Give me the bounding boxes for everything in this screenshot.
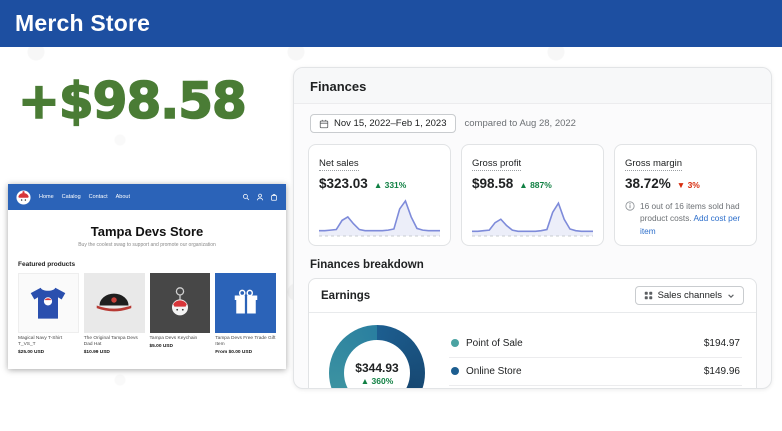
metric-delta: ▲ 331%	[374, 180, 407, 190]
metric-label: Gross margin	[625, 158, 682, 171]
info-icon	[625, 201, 635, 211]
store-nav-home[interactable]: Home	[39, 194, 54, 200]
metric-delta: ▲ 887%	[519, 180, 552, 190]
store-logo-icon[interactable]	[16, 190, 31, 205]
product-card-tshirt[interactable]: Magical Navy T-Shirt T_VS_T $25.00 USD	[18, 273, 79, 355]
product-title: Tampa Devs Keychain	[150, 336, 211, 342]
product-title: Magical Navy T-Shirt T_VS_T	[18, 336, 79, 348]
finances-panel: Finances Nov 15, 2022–Feb 1, 2023 compar…	[293, 67, 772, 389]
store-title: Tampa Devs Store	[8, 224, 286, 239]
channels-grid-icon	[644, 291, 653, 300]
legend-dot	[451, 339, 459, 347]
account-icon[interactable]	[256, 193, 264, 201]
earnings-total: $344.93	[355, 361, 398, 375]
store-nav-catalog[interactable]: Catalog	[62, 194, 81, 200]
legend-label: Online Store	[466, 366, 522, 377]
legend-row-online-store: Online Store $149.96	[449, 358, 742, 386]
metric-card-net-sales: Net sales $323.03 ▲ 331%	[308, 144, 451, 246]
product-price: $10.99 USD	[84, 350, 145, 355]
product-costs-note: 16 out of 16 items sold had product cost…	[625, 200, 746, 237]
store-header: Home Catalog Contact About	[8, 184, 286, 210]
product-card-keychain[interactable]: Tampa Devs Keychain $5.00 USD	[150, 273, 211, 355]
app-banner: Merch Store	[0, 0, 782, 47]
legend-row-point-of-sale: Point of Sale $194.97	[449, 330, 742, 358]
legend-dot	[451, 367, 459, 375]
product-card-hat[interactable]: The Original Tampa Devs Dad Hat $10.99 U…	[84, 273, 145, 355]
net-sales-sparkline	[319, 195, 440, 237]
earnings-title: Earnings	[321, 290, 370, 302]
earnings-donut-ring: $344.93 ▲ 360%	[329, 325, 425, 389]
metric-value: $98.58	[472, 176, 513, 191]
metric-card-gross-profit: Gross profit $98.58 ▲ 887%	[461, 144, 604, 246]
product-grid: Magical Navy T-Shirt T_VS_T $25.00 USD T…	[18, 273, 276, 355]
product-price: $25.00 USD	[18, 350, 79, 355]
finances-breakdown-heading: Finances breakdown	[310, 259, 755, 271]
store-nav: Home Catalog Contact About	[39, 194, 130, 200]
calendar-icon	[319, 119, 329, 129]
chevron-down-icon	[727, 292, 735, 300]
product-card-gift[interactable]: Tampa Devs Free Trade Gift Item From $0.…	[215, 273, 276, 355]
earnings-delta: ▲ 360%	[361, 376, 394, 386]
product-image-hat	[84, 273, 145, 333]
compared-to-label: compared to Aug 28, 2022	[465, 118, 576, 129]
date-filter-row: Nov 15, 2022–Feb 1, 2023 compared to Aug…	[294, 104, 771, 144]
view-all-row: View all sales channels	[449, 386, 742, 389]
product-price: $5.00 USD	[150, 344, 211, 349]
metric-value: $323.03	[319, 176, 368, 191]
earnings-legend: Point of Sale $194.97 Online Store $149.…	[449, 330, 742, 389]
cart-bag-icon[interactable]	[270, 193, 278, 201]
metric-cards: Net sales $323.03 ▲ 331% Gross profit $9…	[294, 144, 771, 246]
date-range-button[interactable]: Nov 15, 2022–Feb 1, 2023	[310, 114, 456, 133]
metric-card-gross-margin: Gross margin 38.72% ▼ 3% 16 out of 16 it…	[614, 144, 757, 246]
metric-delta: ▼ 3%	[677, 180, 700, 190]
metric-label: Net sales	[319, 158, 359, 171]
metric-label: Gross profit	[472, 158, 521, 171]
store-preview: Home Catalog Contact About Tampa Devs St…	[8, 184, 286, 369]
product-image-gift	[215, 273, 276, 333]
earnings-body: $344.93 ▲ 360% Point of Sale $194.97 Onl…	[309, 313, 756, 389]
sales-channels-button[interactable]: Sales channels	[635, 286, 744, 305]
metric-value: 38.72%	[625, 176, 671, 191]
product-image-tshirt	[18, 273, 79, 333]
finances-heading: Finances	[294, 68, 771, 104]
product-title: The Original Tampa Devs Dad Hat	[84, 336, 145, 348]
gross-profit-sparkline	[472, 195, 593, 237]
donut-center: $344.93 ▲ 360%	[344, 340, 410, 389]
legend-label: Point of Sale	[466, 338, 523, 349]
search-icon[interactable]	[242, 193, 250, 201]
store-header-icons	[242, 193, 278, 201]
profit-headline: +$98.58	[18, 72, 246, 130]
legend-value: $149.96	[704, 366, 740, 377]
store-tagline: Buy the coolest swag to support and prom…	[8, 242, 286, 248]
date-range-label: Nov 15, 2022–Feb 1, 2023	[334, 118, 447, 129]
sales-channels-label: Sales channels	[658, 290, 722, 301]
legend-value: $194.97	[704, 338, 740, 349]
store-nav-about[interactable]: About	[116, 194, 130, 200]
product-price: From $0.00 USD	[215, 350, 276, 355]
earnings-card: Earnings Sales channels $344.93 ▲ 360% P…	[308, 278, 757, 389]
page-title: Merch Store	[15, 10, 150, 37]
store-nav-contact[interactable]: Contact	[89, 194, 108, 200]
product-title: Tampa Devs Free Trade Gift Item	[215, 336, 276, 348]
product-image-keychain	[150, 273, 211, 333]
featured-products-heading: Featured products	[18, 261, 276, 268]
earnings-header: Earnings Sales channels	[309, 279, 756, 313]
